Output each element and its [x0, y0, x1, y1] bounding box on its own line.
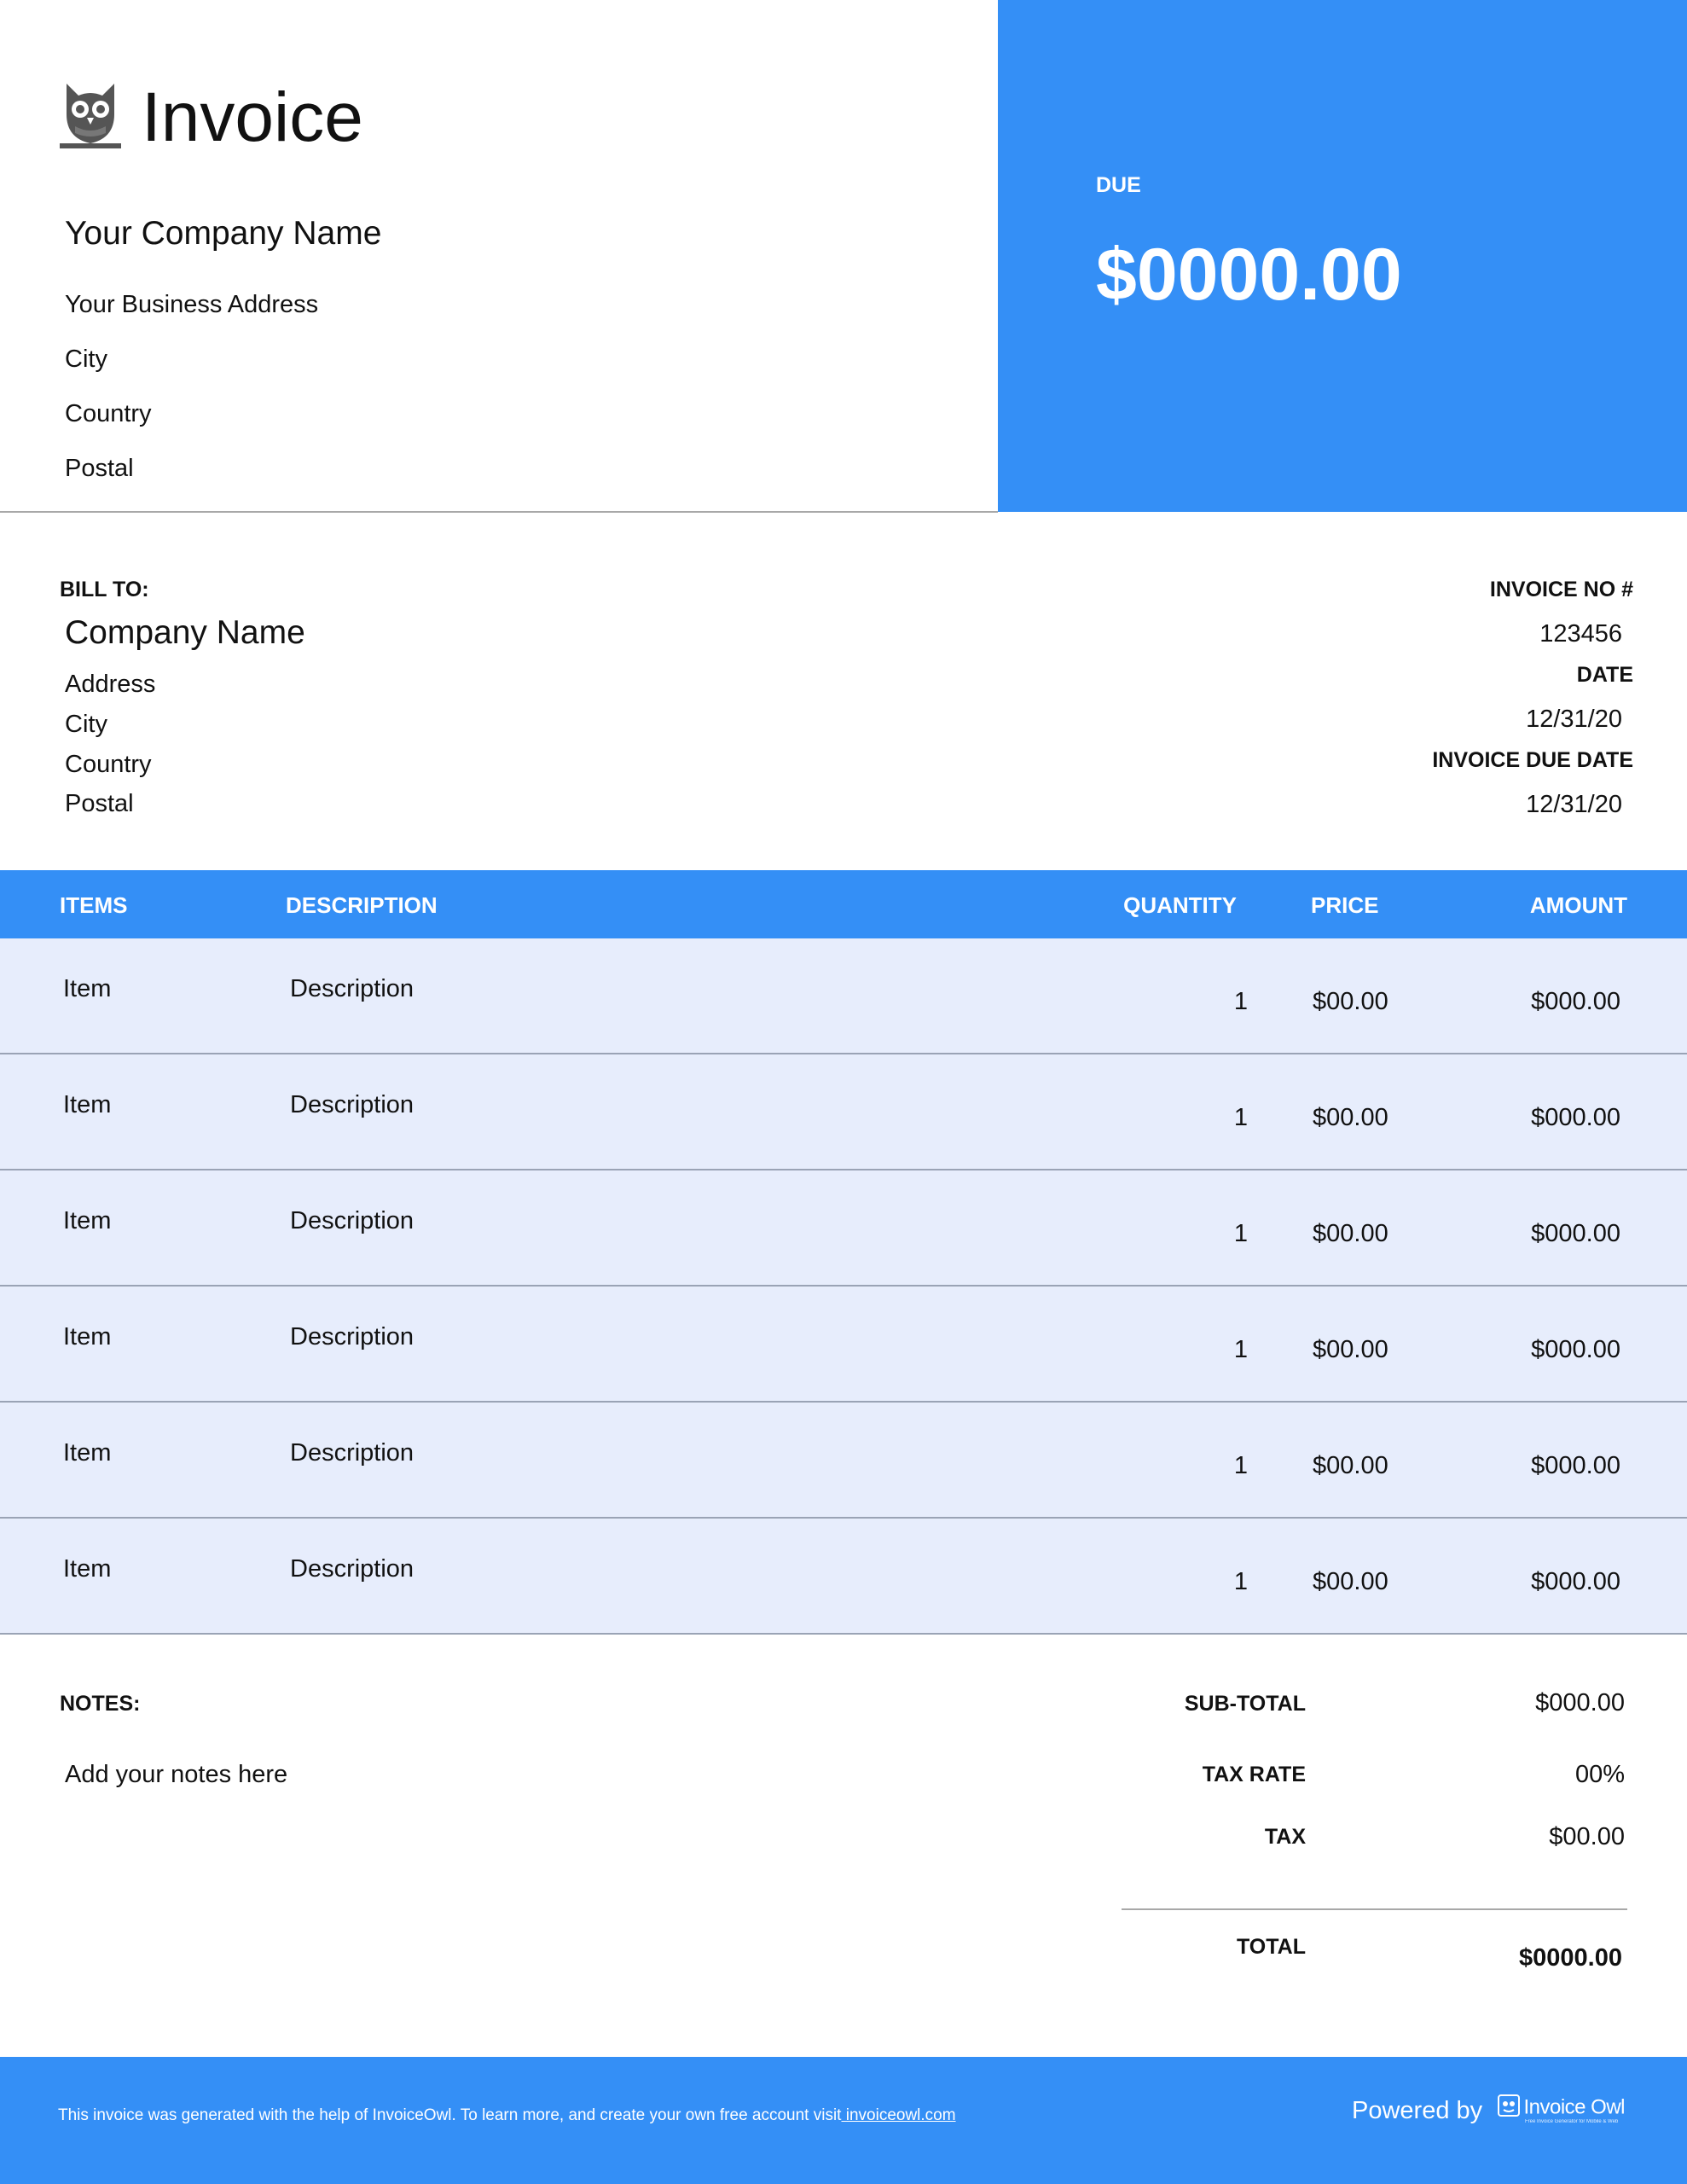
column-header-items: ITEMS [60, 892, 128, 918]
item-amount: $000.00 [1531, 1452, 1620, 1479]
subtotal-label: SUB-TOTAL [1184, 1692, 1306, 1716]
bill-to-city: City [65, 711, 107, 738]
company-postal: Postal [65, 455, 134, 482]
divider [1122, 1908, 1627, 1910]
subtotal-value: $000.00 [1535, 1689, 1625, 1716]
powered-by-label: Powered by [1352, 2097, 1483, 2124]
tax-rate-value: 00% [1574, 1761, 1625, 1788]
item-name: Item [63, 1207, 112, 1234]
footer-note-text: This invoice was generated with the help… [58, 2106, 842, 2124]
item-quantity: 1 [1233, 1336, 1248, 1363]
item-price: $00.00 [1313, 988, 1388, 1015]
column-header-price: PRICE [1311, 892, 1379, 918]
item-name: Item [63, 975, 112, 1002]
table-row [0, 1519, 1687, 1635]
item-amount: $000.00 [1531, 1220, 1620, 1247]
tax-rate-label: TAX RATE [1202, 1763, 1306, 1786]
item-quantity: 1 [1233, 1452, 1248, 1479]
due-label: DUE [1096, 173, 1141, 197]
bill-to-label: BILL TO: [60, 578, 149, 601]
item-price: $00.00 [1313, 1220, 1388, 1247]
item-price: $00.00 [1313, 1104, 1388, 1131]
owl-logo-icon [60, 78, 121, 152]
column-header-quantity: QUANTITY [1123, 892, 1237, 918]
table-row [0, 1287, 1687, 1403]
invoice-date: 12/31/20 [1526, 706, 1622, 733]
bill-to-address: Address [65, 671, 156, 698]
item-price: $00.00 [1313, 1568, 1388, 1595]
invoice-number-label: INVOICE NO # [1489, 578, 1633, 601]
item-quantity: 1 [1233, 1104, 1248, 1131]
divider [0, 511, 998, 513]
date-label: DATE [1576, 663, 1633, 687]
item-description: Description [290, 1555, 415, 1583]
item-description: Description [290, 1439, 415, 1467]
invoiceowl-brand-logo: Invoice Owl Free Invoice Generator for M… [1498, 2094, 1625, 2124]
item-quantity: 1 [1233, 1568, 1248, 1595]
footer-note: This invoice was generated with the help… [58, 2106, 956, 2125]
item-description: Description [290, 1323, 415, 1350]
item-amount: $000.00 [1531, 1336, 1620, 1363]
item-quantity: 1 [1233, 1220, 1248, 1247]
table-row [0, 938, 1687, 1054]
notes-label: NOTES: [60, 1692, 141, 1716]
total-label: TOTAL [1236, 1935, 1306, 1959]
company-name: Your Company Name [65, 215, 382, 252]
item-description: Description [290, 975, 415, 1002]
invoice-due-date: 12/31/20 [1526, 791, 1622, 818]
company-address-line: Your Business Address [65, 291, 319, 318]
column-header-amount: AMOUNT [1529, 892, 1627, 918]
item-description: Description [290, 1091, 415, 1118]
table-row [0, 1054, 1687, 1170]
company-city: City [65, 346, 107, 373]
item-price: $00.00 [1313, 1336, 1388, 1363]
column-header-description: DESCRIPTION [286, 892, 438, 918]
item-description: Description [290, 1207, 415, 1234]
brand-tagline: Free Invoice Generator for Mobile & Web [1525, 2119, 1619, 2124]
company-country: Country [65, 400, 152, 427]
bill-to-company-name: Company Name [65, 614, 305, 651]
bill-to-postal: Postal [65, 790, 134, 817]
tax-label: TAX [1264, 1825, 1306, 1849]
total-value: $0000.00 [1519, 1944, 1622, 1972]
table-row [0, 1403, 1687, 1519]
tax-value: $00.00 [1549, 1823, 1625, 1850]
notes-text: Add your notes here [65, 1761, 288, 1788]
brand-name: Invoice Owl [1523, 2095, 1625, 2119]
item-quantity: 1 [1233, 988, 1248, 1015]
items-table-header [0, 870, 1687, 938]
item-name: Item [63, 1555, 112, 1583]
item-amount: $000.00 [1531, 988, 1620, 1015]
item-name: Item [63, 1091, 112, 1118]
table-row [0, 1170, 1687, 1287]
item-price: $00.00 [1313, 1452, 1388, 1479]
due-amount: $0000.00 [1096, 234, 1402, 316]
item-name: Item [63, 1323, 112, 1350]
item-name: Item [63, 1439, 112, 1467]
bill-to-country: Country [65, 751, 152, 778]
due-date-label: INVOICE DUE DATE [1432, 748, 1633, 772]
invoice-title: Invoice [142, 78, 363, 156]
item-amount: $000.00 [1531, 1104, 1620, 1131]
invoice-number: 123456 [1539, 620, 1622, 648]
invoiceowl-link[interactable]: invoiceowl.com [841, 2106, 956, 2124]
item-amount: $000.00 [1531, 1568, 1620, 1595]
owl-icon [1498, 2094, 1520, 2121]
